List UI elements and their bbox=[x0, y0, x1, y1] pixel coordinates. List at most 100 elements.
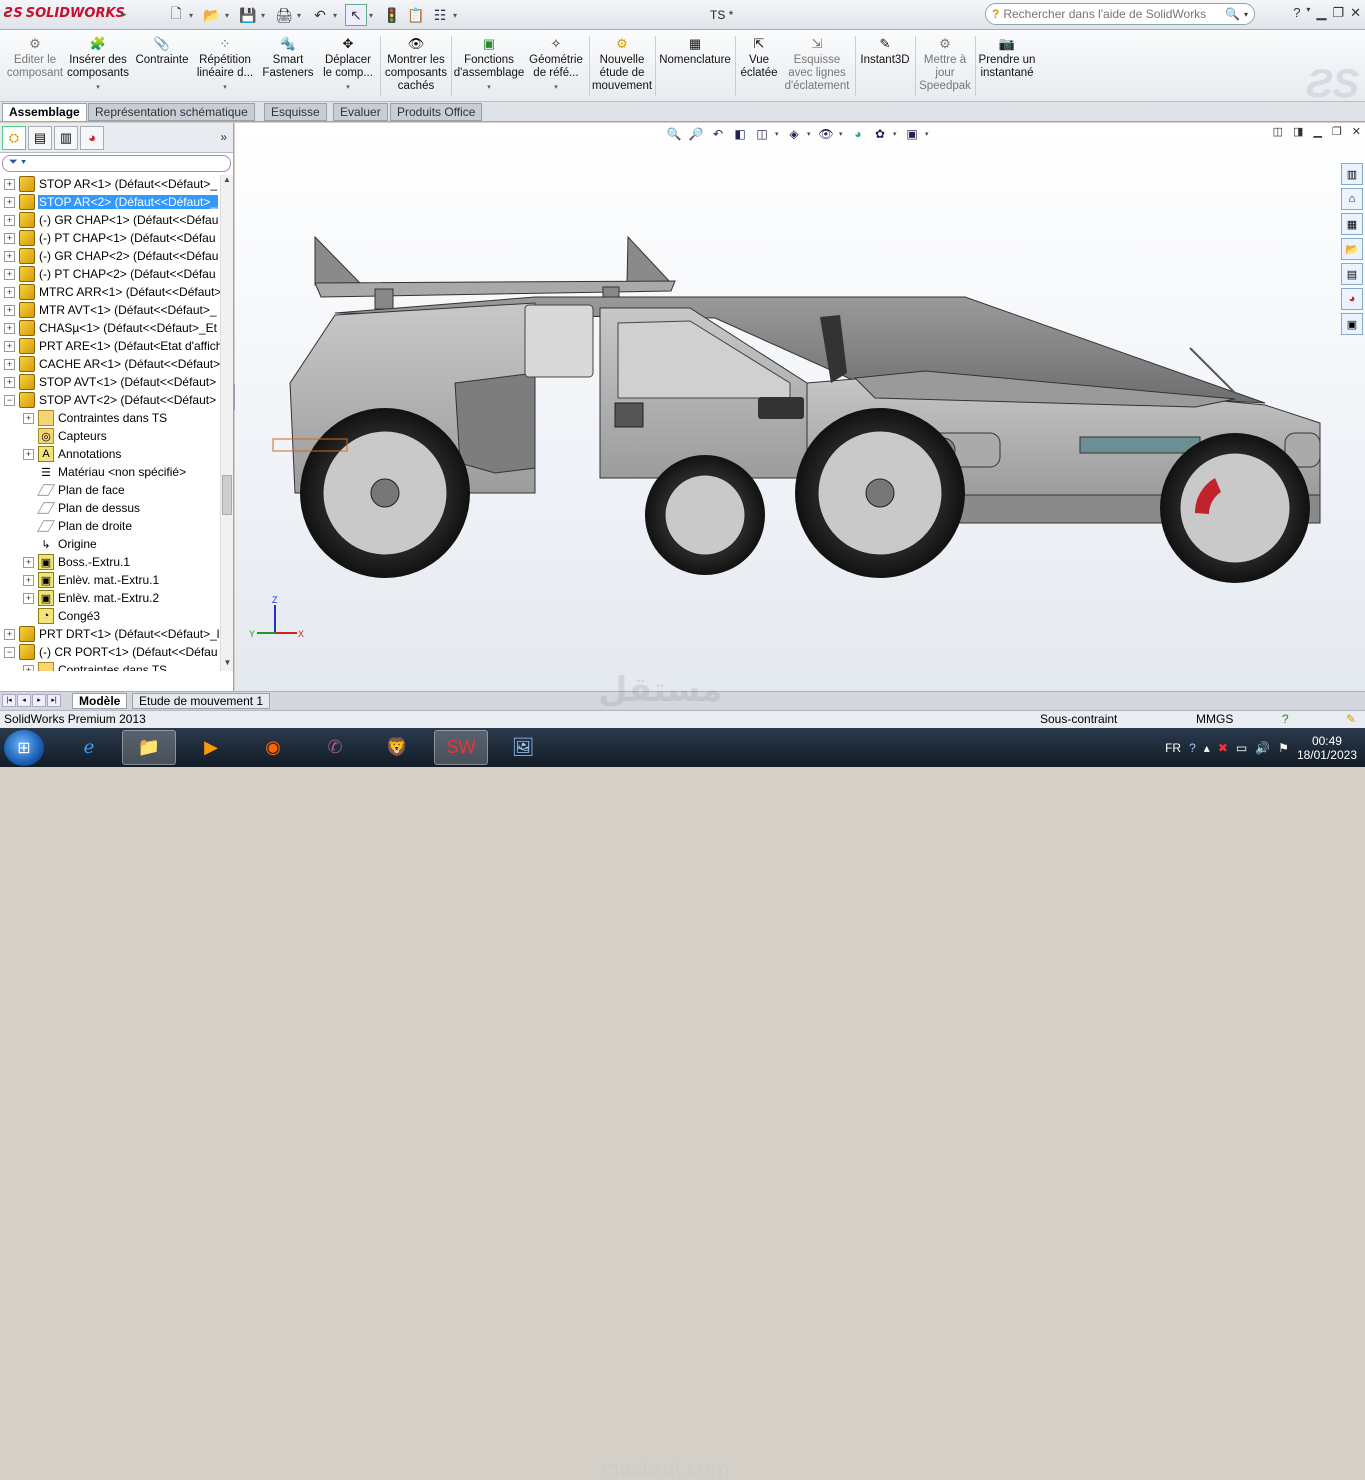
chevron-down-icon[interactable]: ▾ bbox=[839, 130, 845, 138]
open-folder-icon[interactable]: 📂 bbox=[201, 4, 223, 26]
smart-fasteners-button[interactable]: 🔩 Smart Fasteners bbox=[260, 34, 316, 80]
collapse-icon[interactable]: − bbox=[4, 646, 15, 658]
tree-item[interactable]: + STOP AVT<1> (Défaut<<Défaut> bbox=[4, 373, 217, 391]
next-tab-icon[interactable]: ▸ bbox=[32, 694, 46, 707]
clock[interactable]: 00:49 18/01/2023 bbox=[1297, 734, 1357, 762]
tree-item[interactable]: + MTRC ARR<1> (Défaut<<Défaut> bbox=[4, 283, 220, 301]
file-explorer-icon[interactable]: 📁 bbox=[122, 730, 176, 765]
expand-icon[interactable]: + bbox=[4, 250, 15, 262]
tree-item[interactable]: + STOP AR<1> (Défaut<<Défaut>_ bbox=[4, 175, 218, 193]
tree-item[interactable]: Plan de dessus bbox=[23, 499, 141, 517]
flag-icon[interactable]: ⚑ bbox=[1278, 741, 1289, 755]
help-tray-icon[interactable]: ? bbox=[1189, 741, 1196, 755]
chevron-down-icon[interactable]: ▾ bbox=[225, 4, 235, 26]
tab-motion-study-1[interactable]: Etude de mouvement 1 bbox=[132, 693, 271, 709]
expand-icon[interactable]: + bbox=[4, 286, 15, 298]
insert-components-button[interactable]: 🧩 Insérer des composants ▾ bbox=[66, 34, 130, 94]
apply-scene-icon[interactable]: ✿ bbox=[871, 125, 889, 143]
home-icon[interactable]: ⌂ bbox=[1341, 188, 1363, 210]
chevron-down-icon[interactable]: ▾ bbox=[346, 81, 350, 94]
tree-item[interactable]: + (-) PT CHAP<1> (Défaut<<Défau bbox=[4, 229, 217, 247]
tree-item[interactable]: + A Annotations bbox=[23, 445, 122, 463]
tree-item[interactable]: + PRT DRT<1> (Défaut<<Défaut>_l bbox=[4, 625, 220, 643]
close-icon[interactable]: ✕ bbox=[1350, 5, 1361, 21]
appearances-icon[interactable]: ◕ bbox=[1341, 288, 1363, 310]
expand-icon[interactable]: + bbox=[23, 556, 34, 568]
property-manager-tab-icon[interactable]: ▤ bbox=[28, 125, 52, 150]
tree-item[interactable]: Plan de droite bbox=[23, 517, 133, 535]
edit-appearance-icon[interactable]: ◕ bbox=[849, 125, 867, 143]
custom-properties-icon[interactable]: ▣ bbox=[1341, 313, 1363, 335]
exploded-view-button[interactable]: ⇱ Vue éclatée bbox=[738, 34, 780, 80]
scroll-down-icon[interactable]: ▼ bbox=[221, 658, 234, 671]
internet-explorer-icon[interactable]: ℯ bbox=[62, 730, 116, 765]
save-icon[interactable]: 💾 bbox=[237, 4, 259, 26]
collapse-icon[interactable]: − bbox=[4, 394, 15, 406]
previous-view-icon[interactable]: ↶ bbox=[709, 125, 727, 143]
graphics-area[interactable]: 🔍 🔎 ↶ ◧ ◫ ▾ ◈ ▾ 👁 ▾ ◕ ✿ ▾ ▣ ▾ ◫ ◨ ▁ ❐ ✕ bbox=[235, 123, 1365, 691]
tree-item[interactable]: ◔ Congé3 bbox=[23, 607, 101, 625]
expand-icon[interactable]: + bbox=[23, 592, 34, 604]
volume-icon[interactable]: 🔊 bbox=[1255, 741, 1270, 755]
language-indicator[interactable]: FR bbox=[1165, 741, 1181, 755]
magnifier-icon[interactable]: 🔍 bbox=[1225, 7, 1240, 21]
feature-tree-tab-icon[interactable]: ⛭ bbox=[2, 125, 26, 150]
tab-model[interactable]: Modèle bbox=[72, 693, 128, 709]
display-style-icon[interactable]: ◈ bbox=[785, 125, 803, 143]
options-icon[interactable]: ☷ bbox=[429, 4, 451, 26]
display-manager-tab-icon[interactable]: ◕ bbox=[80, 125, 104, 150]
select-cursor-icon[interactable]: ↖ bbox=[345, 4, 367, 26]
scroll-up-icon[interactable]: ▲ bbox=[221, 175, 233, 188]
expand-icon[interactable]: + bbox=[23, 448, 34, 460]
show-hidden-components-button[interactable]: 👁 Montrer les composants cachés bbox=[384, 34, 448, 93]
chevron-down-icon[interactable]: ▾ bbox=[333, 4, 343, 26]
network-error-icon[interactable]: ✖ bbox=[1218, 741, 1228, 755]
chevron-down-icon[interactable]: ▾ bbox=[96, 81, 100, 94]
explode-line-sketch-button[interactable]: ⇲ Esquisse avec lignes d'éclatement bbox=[782, 34, 852, 93]
chevron-down-icon[interactable]: ▾ bbox=[1244, 10, 1248, 19]
tree-item[interactable]: + (-) GR CHAP<2> (Défaut<<Défau bbox=[4, 247, 219, 265]
edit-component-button[interactable]: ⚙ Editer le composant bbox=[6, 34, 64, 80]
prev-tab-icon[interactable]: ◂ bbox=[17, 694, 31, 707]
expand-icon[interactable]: + bbox=[4, 376, 15, 388]
zoom-to-fit-icon[interactable]: 🔍 bbox=[665, 125, 683, 143]
chevron-down-icon[interactable]: ▾ bbox=[1306, 5, 1310, 21]
chevron-down-icon[interactable]: ▾ bbox=[453, 4, 463, 26]
new-document-icon[interactable]: 🗋 bbox=[165, 4, 187, 26]
menu-arrow-icon[interactable]: ▸ bbox=[122, 9, 127, 20]
expand-icon[interactable]: + bbox=[23, 664, 34, 671]
configuration-manager-tab-icon[interactable]: ▥ bbox=[54, 125, 78, 150]
tab-assemblage[interactable]: Assemblage bbox=[2, 103, 87, 121]
view-palette-icon[interactable]: ▤ bbox=[1341, 263, 1363, 285]
tree-item[interactable]: ↳ Origine bbox=[23, 535, 98, 553]
rebuild-traffic-light-icon[interactable]: 🚦 bbox=[381, 4, 403, 26]
brave-icon[interactable]: 🦁 bbox=[370, 730, 424, 765]
chevron-down-icon[interactable]: ▾ bbox=[554, 81, 558, 94]
chevron-down-icon[interactable]: ▾ bbox=[261, 4, 271, 26]
viber-icon[interactable]: ✆ bbox=[308, 730, 362, 765]
tree-item[interactable]: Plan de face bbox=[23, 481, 126, 499]
expand-icon[interactable]: + bbox=[23, 574, 34, 586]
solidworks-logo[interactable]: ƧS SOLIDWORKS bbox=[4, 6, 125, 21]
windows-start-icon[interactable]: ⊞ bbox=[4, 730, 44, 766]
quick-tips-icon[interactable]: ? bbox=[1282, 711, 1289, 728]
chevron-down-icon[interactable]: ▾ bbox=[893, 130, 899, 138]
expand-icon[interactable]: + bbox=[4, 232, 15, 244]
file-explorer-icon[interactable]: 📂 bbox=[1341, 238, 1363, 260]
tree-item[interactable]: + MTR AVT<1> (Défaut<<Défaut>_ bbox=[4, 301, 218, 319]
expand-icon[interactable]: + bbox=[4, 214, 15, 226]
chevron-down-icon[interactable]: ▾ bbox=[223, 81, 227, 94]
scroll-thumb[interactable] bbox=[222, 475, 232, 515]
new-motion-study-button[interactable]: ⚙ Nouvelle étude de mouvement bbox=[592, 34, 652, 93]
restore-icon[interactable]: ❐ bbox=[1332, 125, 1342, 138]
move-component-button[interactable]: ✥ Déplacer le comp... ▾ bbox=[320, 34, 376, 94]
zoom-to-area-icon[interactable]: 🔎 bbox=[687, 125, 705, 143]
tab-schematic[interactable]: Représentation schématique bbox=[88, 103, 255, 121]
expand-panel-icon[interactable]: » bbox=[220, 130, 227, 144]
update-speedpak-button[interactable]: ⚙ Mettre à jour Speedpak bbox=[918, 34, 972, 93]
bill-of-materials-button[interactable]: ▦ Nomenclature bbox=[658, 34, 732, 67]
tree-item[interactable]: + ▣ Boss.-Extru.1 bbox=[23, 553, 131, 571]
reference-geometry-button[interactable]: ✧ Géométrie de réfé... ▾ bbox=[526, 34, 586, 94]
tree-scrollbar[interactable]: ▲ ▼ bbox=[220, 175, 233, 671]
expand-icon[interactable]: + bbox=[4, 196, 15, 208]
